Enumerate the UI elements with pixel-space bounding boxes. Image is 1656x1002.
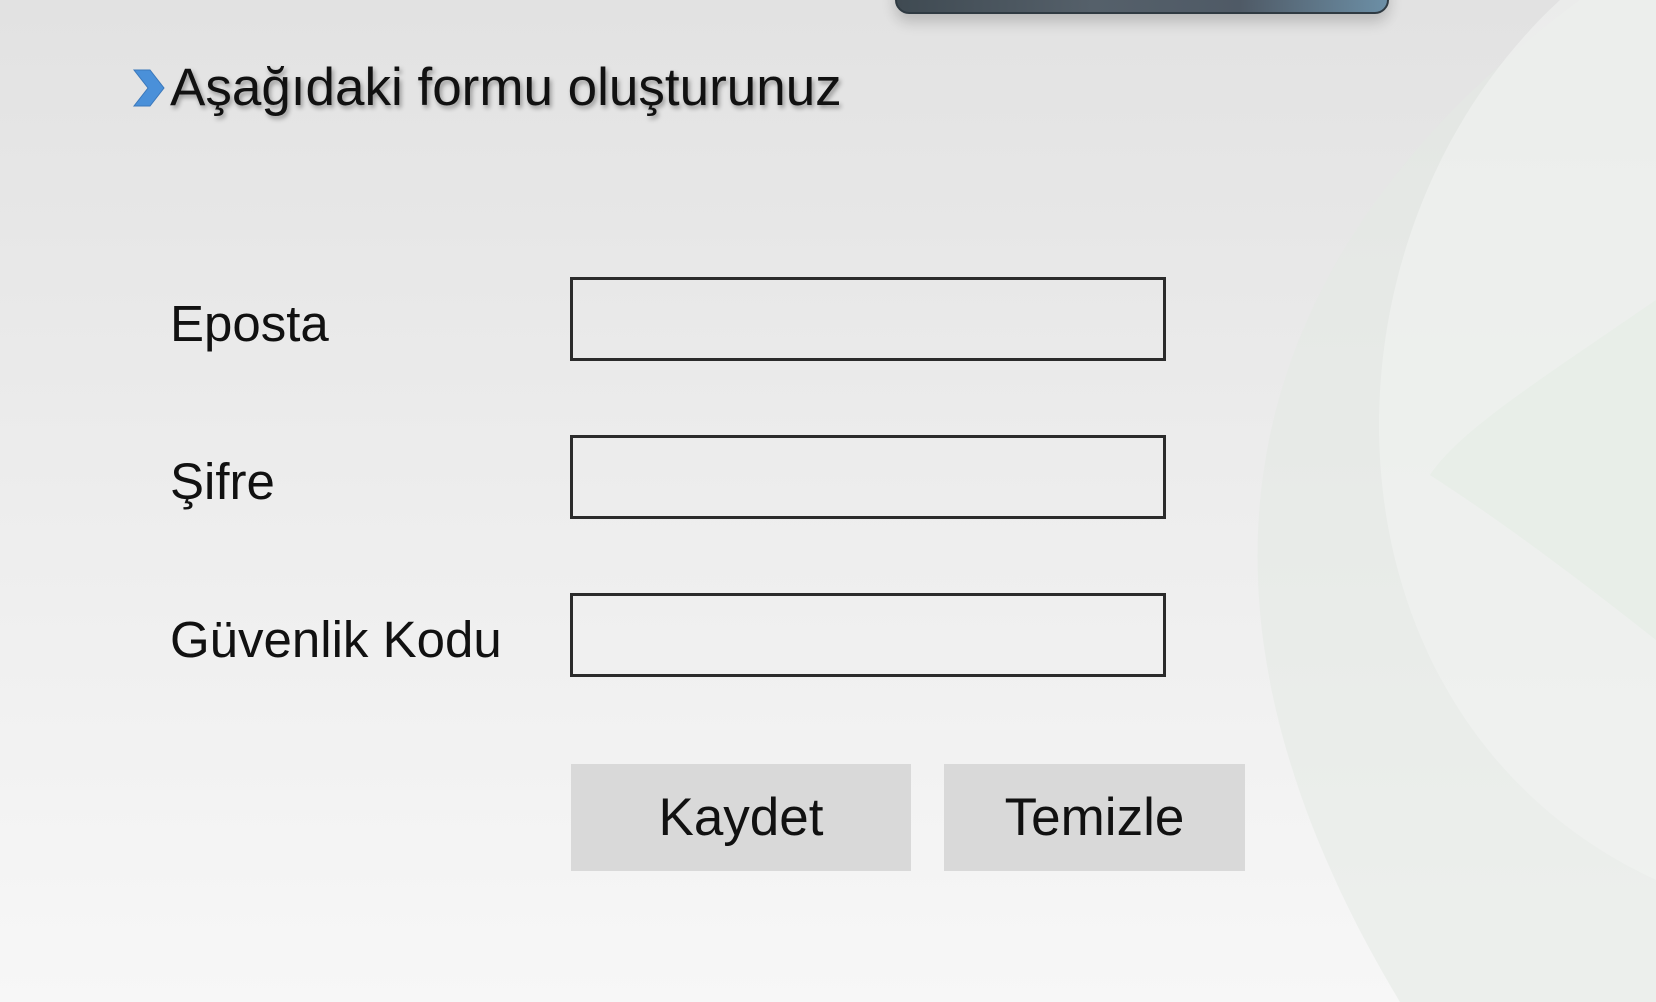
security-code-label: Güvenlik Kodu	[170, 611, 502, 668]
security-code-field[interactable]	[570, 593, 1166, 677]
password-label: Şifre	[170, 453, 275, 510]
page-heading: Aşağıdaki formu oluşturunuz	[128, 52, 842, 122]
chevron-right-icon	[128, 62, 168, 112]
email-field[interactable]	[570, 277, 1166, 361]
email-label: Eposta	[170, 295, 329, 352]
save-button[interactable]: Kaydet	[571, 764, 911, 871]
page-title: Aşağıdaki formu oluşturunuz	[170, 57, 842, 117]
clear-button[interactable]: Temizle	[944, 764, 1245, 871]
password-field[interactable]	[570, 435, 1166, 519]
top-image-strip	[895, 0, 1389, 14]
